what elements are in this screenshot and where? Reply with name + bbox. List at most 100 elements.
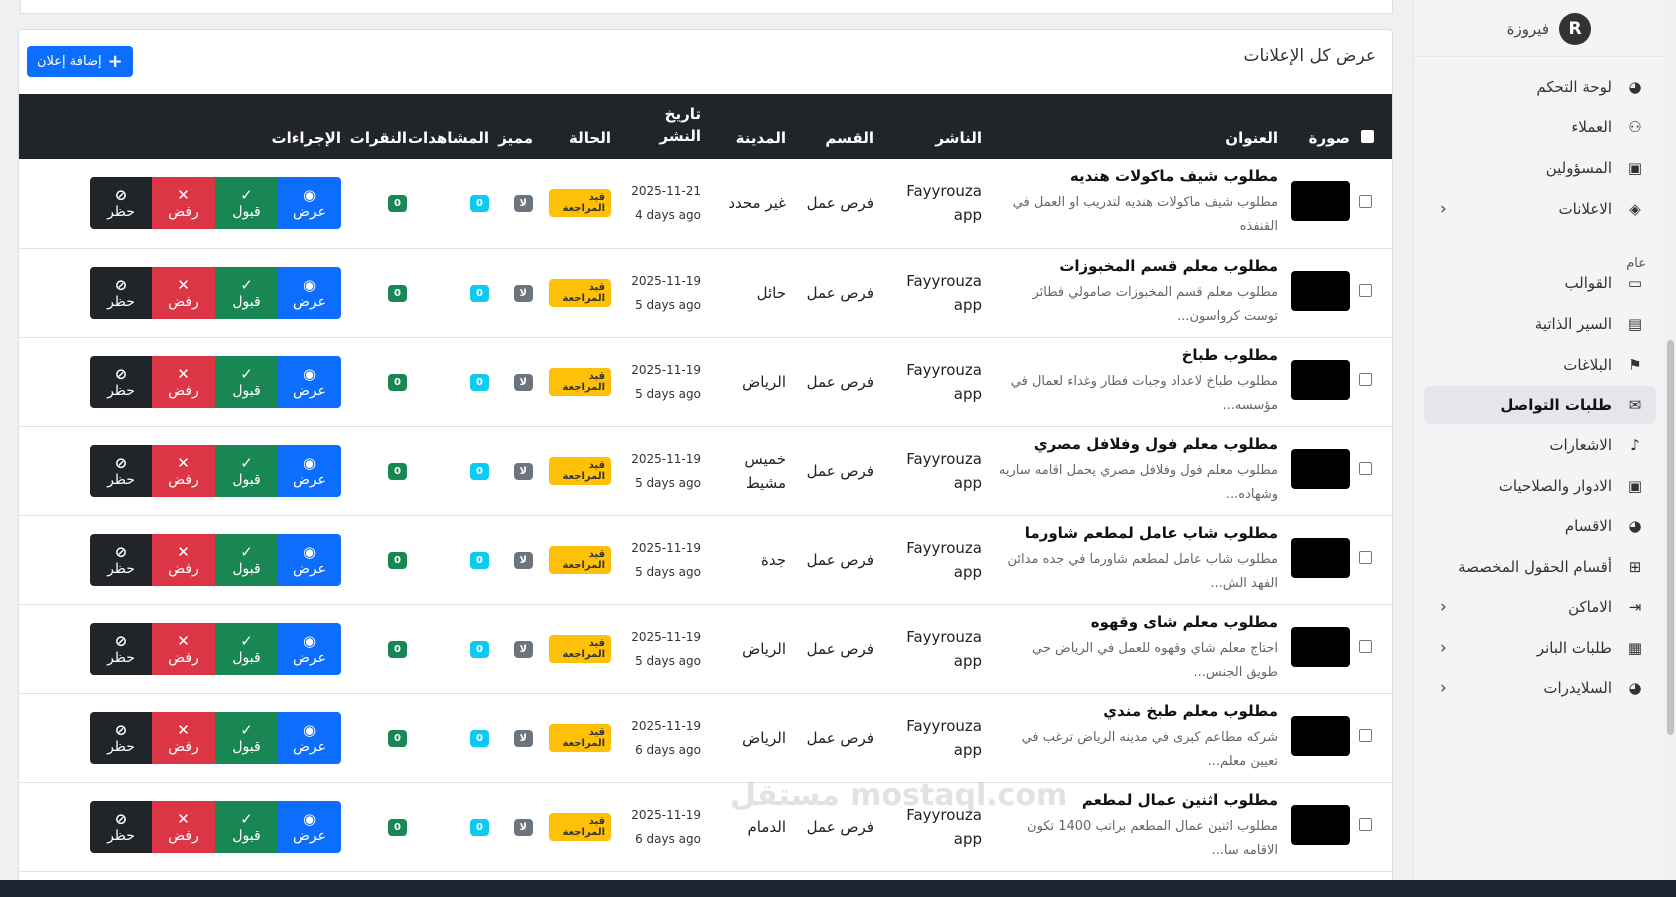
sidebar-item[interactable]: ◕ الاقسام	[1424, 507, 1656, 545]
flag-icon: ⚑	[1628, 356, 1642, 374]
reject-button[interactable]: ✕ رفض	[152, 711, 215, 764]
accept-label: قبول	[232, 204, 261, 221]
brand[interactable]: R فيروزة	[1507, 13, 1591, 45]
view-button[interactable]: ◉ عرض	[278, 177, 341, 230]
eye-icon: ◉	[302, 720, 317, 739]
chevron-left-icon[interactable]: ‹	[1440, 678, 1447, 698]
ad-thumbnail[interactable]	[1291, 181, 1350, 222]
sidebar-item[interactable]: ◈ الاعلانات ‹	[1424, 190, 1656, 228]
ad-thumbnail[interactable]	[1291, 626, 1350, 667]
logo-icon: R	[1559, 13, 1591, 45]
accept-button[interactable]: ✓ قبول	[215, 444, 278, 497]
reject-button[interactable]: ✕ رفض	[152, 177, 215, 230]
ad-city: حائل	[756, 283, 786, 302]
ad-thumbnail[interactable]	[1291, 270, 1350, 311]
sidebar-item[interactable]: ▣ الادوار والصلاحيات	[1424, 467, 1656, 505]
ban-label: حظر	[107, 471, 135, 488]
ban-button[interactable]: ⊘ حظر	[90, 266, 152, 319]
reject-button[interactable]: ✕ رفض	[152, 355, 215, 408]
sidebar-item[interactable]: ▭ القوالب	[1424, 264, 1656, 302]
view-button[interactable]: ◉ عرض	[278, 800, 341, 853]
ad-description: مطلوب شيف ماكولات هنديه لتدريب او العمل …	[1012, 195, 1278, 235]
ad-thumbnail[interactable]	[1291, 715, 1350, 756]
featured-badge: لا	[513, 551, 533, 569]
sidebar-item[interactable]: ◕ لوحة التحكم	[1424, 68, 1656, 106]
accept-button[interactable]: ✓ قبول	[215, 800, 278, 853]
ban-button[interactable]: ⊘ حظر	[90, 355, 152, 408]
view-button[interactable]: ◉ عرض	[278, 533, 341, 586]
ad-date-ago: 6 days ago	[635, 831, 701, 846]
sidebar-item[interactable]: ▦ طلبات البانر ‹	[1424, 629, 1656, 667]
sidebar-item[interactable]: ♪ الاشعارات	[1424, 426, 1656, 464]
chevron-left-icon[interactable]: ‹	[1440, 638, 1447, 658]
ban-button[interactable]: ⊘ حظر	[90, 800, 152, 853]
ad-thumbnail[interactable]	[1291, 804, 1350, 845]
clicks-badge: 0	[388, 195, 407, 213]
reject-button[interactable]: ✕ رفض	[152, 266, 215, 319]
sidebar-item-label: الاماكن	[1568, 598, 1612, 616]
view-button[interactable]: ◉ عرض	[278, 711, 341, 764]
row-checkbox[interactable]	[1359, 551, 1372, 564]
check-icon: ✓	[240, 186, 253, 205]
eye-icon: ◉	[302, 453, 317, 472]
ban-button[interactable]: ⊘ حظر	[90, 622, 152, 675]
add-ad-button[interactable]: + إضافة إعلان	[27, 46, 133, 77]
sidebar-item[interactable]: ⊞ أقسام الحقول المخصصة	[1424, 548, 1656, 586]
x-icon: ✕	[177, 809, 190, 828]
eye-icon: ◉	[302, 631, 317, 650]
row-checkbox[interactable]	[1359, 373, 1372, 386]
view-button[interactable]: ◉ عرض	[278, 444, 341, 497]
sidebar-scrollbar[interactable]	[1664, 0, 1676, 880]
view-button[interactable]: ◉ عرض	[278, 622, 341, 675]
sign-in-icon: ⇥	[1628, 598, 1642, 616]
row-checkbox[interactable]	[1359, 818, 1372, 831]
card-header: عرض كل الإعلانات + إضافة إعلان	[19, 30, 1392, 94]
ban-button[interactable]: ⊘ حظر	[90, 711, 152, 764]
ad-thumbnail[interactable]	[1291, 448, 1350, 489]
ad-category: فرص عمل	[806, 817, 874, 836]
reject-button[interactable]: ✕ رفض	[152, 622, 215, 675]
accept-button[interactable]: ✓ قبول	[215, 533, 278, 586]
accept-button[interactable]: ✓ قبول	[215, 355, 278, 408]
users-icon: ⚇	[1628, 118, 1642, 136]
view-button[interactable]: ◉ عرض	[278, 355, 341, 408]
reject-button[interactable]: ✕ رفض	[152, 444, 215, 497]
sidebar-item[interactable]: ▣ المسؤولين	[1424, 149, 1656, 187]
sidebar-item[interactable]: ✉ طلبات التواصل	[1424, 386, 1656, 424]
row-checkbox[interactable]	[1359, 194, 1372, 208]
row-checkbox[interactable]	[1359, 284, 1372, 297]
view-button[interactable]: ◉ عرض	[278, 266, 341, 319]
col-status: الحالة	[569, 129, 611, 147]
sidebar-scroll-thumb[interactable]	[1667, 340, 1674, 735]
accept-button[interactable]: ✓ قبول	[215, 622, 278, 675]
sidebar-item-label: السير الذاتية	[1534, 315, 1612, 333]
row-checkbox[interactable]	[1359, 462, 1372, 475]
ban-button[interactable]: ⊘ حظر	[90, 177, 152, 230]
select-all-checkbox[interactable]	[1361, 130, 1374, 143]
sidebar-item[interactable]: ⚇ العملاء	[1424, 108, 1656, 146]
row-checkbox[interactable]	[1359, 729, 1372, 742]
accept-button[interactable]: ✓ قبول	[215, 177, 278, 230]
ad-thumbnail[interactable]	[1291, 537, 1350, 578]
accept-button[interactable]: ✓ قبول	[215, 266, 278, 319]
chevron-left-icon[interactable]: ‹	[1440, 199, 1447, 219]
sidebar-item[interactable]: ⇥ الاماكن ‹	[1424, 588, 1656, 626]
sidebar-item[interactable]: ⚑ البلاغات	[1424, 346, 1656, 384]
ban-button[interactable]: ⊘ حظر	[90, 444, 152, 497]
ban-label: حظر	[107, 293, 135, 310]
sidebar-item-label: الادوار والصلاحيات	[1498, 477, 1612, 495]
chevron-left-icon[interactable]: ‹	[1440, 597, 1447, 617]
reject-label: رفض	[168, 738, 199, 755]
reject-button[interactable]: ✕ رفض	[152, 800, 215, 853]
accept-button[interactable]: ✓ قبول	[215, 711, 278, 764]
ad-thumbnail[interactable]	[1291, 359, 1350, 400]
accept-label: قبول	[232, 738, 261, 755]
sidebar-item[interactable]: ▤ السير الذاتية	[1424, 305, 1656, 343]
taskbar	[0, 880, 1676, 897]
row-checkbox[interactable]	[1359, 640, 1372, 653]
check-icon: ✓	[240, 453, 253, 472]
accept-label: قبول	[232, 471, 261, 488]
sidebar-item[interactable]: ◕ السلايدرات ‹	[1424, 669, 1656, 707]
reject-button[interactable]: ✕ رفض	[152, 533, 215, 586]
ban-button[interactable]: ⊘ حظر	[90, 533, 152, 586]
